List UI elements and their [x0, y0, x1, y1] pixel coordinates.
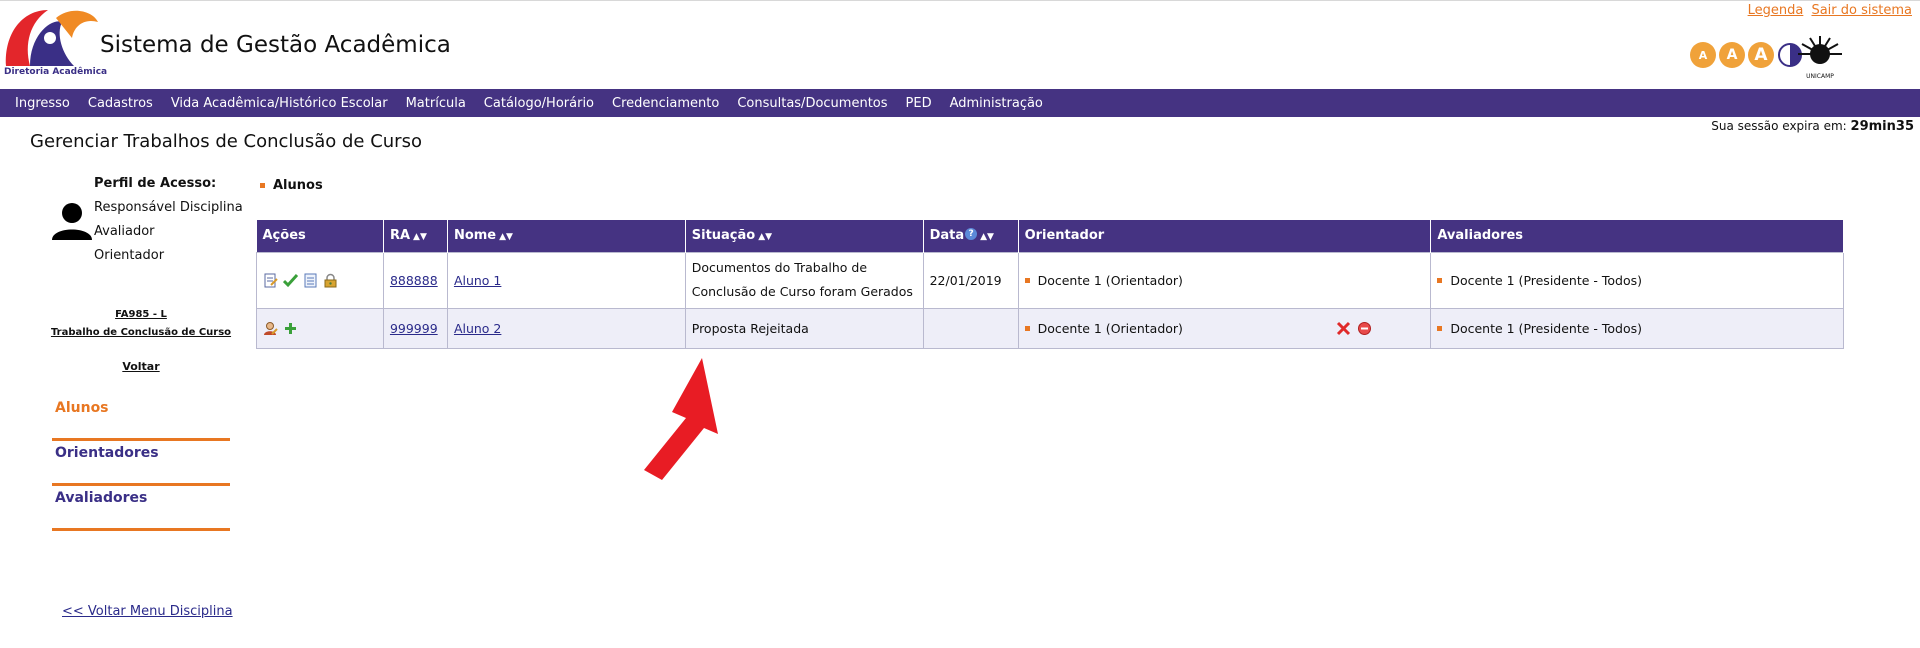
cell-situacao: Proposta Rejeitada: [684, 307, 924, 349]
col-nome[interactable]: Nome ▲▼: [447, 220, 686, 252]
bullet-icon: [1437, 325, 1443, 331]
side-nav-orientadores[interactable]: Orientadores: [52, 441, 230, 486]
sort-icon[interactable]: ▲▼: [758, 232, 772, 242]
cell-orientador: Docente 1 (Orientador): [1017, 307, 1432, 349]
menu-item-ped[interactable]: PED: [897, 96, 941, 111]
situacao-line: Documentos do Trabalho de: [691, 260, 868, 275]
avaliador-name: Docente 1 (Presidente - Todos): [1450, 272, 1643, 288]
bullet-icon: [1024, 325, 1030, 331]
add-icon[interactable]: [283, 321, 298, 336]
profile-item: Avaliador: [94, 224, 155, 239]
section-title: Alunos: [273, 178, 323, 193]
page-title: Gerenciar Trabalhos de Conclusão de Curs…: [30, 131, 422, 152]
col-data[interactable]: Data? ▲▼: [923, 220, 1019, 252]
app-title: Sistema de Gestão Acadêmica: [100, 32, 451, 58]
ra-link[interactable]: 888888: [390, 273, 438, 288]
menu-item-vida-academica[interactable]: Vida Acadêmica/Histórico Escolar: [162, 96, 397, 111]
orientador-name: Docente 1 (Orientador): [1037, 320, 1183, 336]
report-icon[interactable]: [303, 273, 318, 288]
cell-nome: Aluno 1: [446, 251, 686, 309]
orientador-name: Docente 1 (Orientador): [1037, 272, 1183, 288]
session-value: 29min35: [1850, 119, 1914, 134]
top-border: [0, 0, 1920, 4]
row-actions: [256, 251, 384, 309]
bullet-icon: [1024, 277, 1030, 283]
sort-icon[interactable]: ▲▼: [980, 232, 994, 242]
profile-item: Orientador: [94, 248, 165, 263]
table-row: 888888 Aluno 1 Documentos do Trabalho de…: [256, 251, 1844, 309]
cell-orientador: Docente 1 (Orientador): [1017, 251, 1432, 309]
col-acoes: Ações: [256, 220, 384, 252]
bullet-icon: [1437, 277, 1443, 283]
main-menu: Ingresso Cadastros Vida Acadêmica/Histór…: [0, 89, 1920, 117]
top-links: Legenda Sair do sistema: [1744, 3, 1912, 18]
side-nav: Alunos Orientadores Avaliadores: [52, 396, 230, 531]
student-name-link[interactable]: Aluno 1: [454, 273, 501, 288]
session-timer: Sua sessão expira em: 29min35: [1711, 119, 1914, 134]
avaliador-name: Docente 1 (Presidente - Todos): [1450, 320, 1643, 336]
cell-data: 22/01/2019: [922, 251, 1019, 309]
back-menu-link[interactable]: << Voltar Menu Disciplina: [62, 604, 233, 619]
col-orientador: Orientador: [1018, 220, 1432, 252]
bullet-icon: [260, 183, 265, 188]
sort-icon[interactable]: ▲▼: [499, 232, 513, 242]
side-nav-alunos[interactable]: Alunos: [52, 396, 230, 441]
student-name-link[interactable]: Aluno 2: [454, 321, 501, 336]
lock-icon[interactable]: [323, 273, 338, 288]
profile-item: Responsável Disciplina: [94, 200, 243, 215]
menu-item-ingresso[interactable]: Ingresso: [6, 96, 79, 111]
course-name[interactable]: Trabalho de Conclusão de Curso: [44, 324, 238, 342]
col-situacao[interactable]: Situação ▲▼: [685, 220, 924, 252]
font-small-button[interactable]: A: [1690, 42, 1716, 68]
user-icon: [52, 203, 92, 240]
sort-icon[interactable]: ▲▼: [413, 232, 427, 242]
side-nav-avaliadores[interactable]: Avaliadores: [52, 486, 230, 531]
col-avaliadores: Avaliadores: [1430, 220, 1844, 252]
unicamp-label: UNICAMP: [1806, 73, 1834, 80]
students-table: Ações RA ▲▼ Nome ▲▼ Situação ▲▼ Data? ▲▼ Ori…: [256, 220, 1844, 349]
row-actions: [256, 307, 384, 349]
profile-list: Responsável Disciplina Avaliador Orienta…: [94, 198, 243, 270]
menu-item-administracao[interactable]: Administração: [941, 96, 1052, 111]
unicamp-logo: UNICAMP: [1798, 36, 1842, 80]
course-info: FA985 - L Trabalho de Conclusão de Curso: [44, 306, 238, 342]
section-label: Alunos: [260, 178, 323, 193]
accessibility-controls: A A A: [1690, 42, 1803, 68]
table-row: 999999 Aluno 2 Proposta Rejeitada Docent…: [256, 307, 1844, 349]
logout-link[interactable]: Sair do sistema: [1811, 3, 1912, 18]
font-large-button[interactable]: A: [1748, 42, 1774, 68]
menu-item-catalogo[interactable]: Catálogo/Horário: [475, 96, 603, 111]
session-label: Sua sessão expira em:: [1711, 119, 1847, 133]
profile-label: Perfil de Acesso:: [94, 176, 217, 191]
remove-x-icon[interactable]: [1336, 321, 1351, 336]
cell-ra: 999999: [382, 307, 448, 349]
cell-data: [922, 307, 1019, 349]
help-icon[interactable]: ?: [965, 228, 978, 241]
menu-item-credenciamento[interactable]: Credenciamento: [603, 96, 728, 111]
table-header-row: Ações RA ▲▼ Nome ▲▼ Situação ▲▼ Data? ▲▼ Ori…: [256, 220, 1844, 252]
ra-link[interactable]: 999999: [390, 321, 438, 336]
menu-item-consultas[interactable]: Consultas/Documentos: [728, 96, 896, 111]
minus-circle-icon[interactable]: [1357, 321, 1372, 336]
red-arrow-annotation: [644, 358, 718, 480]
cell-situacao: Documentos do Trabalho de Conclusão de C…: [684, 251, 924, 309]
cell-nome: Aluno 2: [446, 307, 686, 349]
menu-item-cadastros[interactable]: Cadastros: [79, 96, 162, 111]
menu-item-matricula[interactable]: Matrícula: [397, 96, 475, 111]
font-medium-button[interactable]: A: [1719, 42, 1745, 68]
cell-avaliadores: Docente 1 (Presidente - Todos): [1430, 307, 1844, 349]
cell-avaliadores: Docente 1 (Presidente - Todos): [1430, 251, 1844, 309]
col-ra[interactable]: RA ▲▼: [383, 220, 448, 252]
user-edit-icon[interactable]: [263, 321, 278, 336]
legend-link[interactable]: Legenda: [1748, 3, 1804, 18]
course-code[interactable]: FA985 - L: [44, 306, 238, 324]
back-link[interactable]: Voltar: [44, 360, 238, 373]
situacao-line: Conclusão de Curso foram Gerados: [691, 284, 913, 299]
document-edit-icon[interactable]: [263, 273, 278, 288]
checkmark-icon[interactable]: [283, 273, 298, 288]
cell-ra: 888888: [382, 251, 448, 309]
logo-subtitle: Diretoria Acadêmica: [4, 67, 108, 77]
